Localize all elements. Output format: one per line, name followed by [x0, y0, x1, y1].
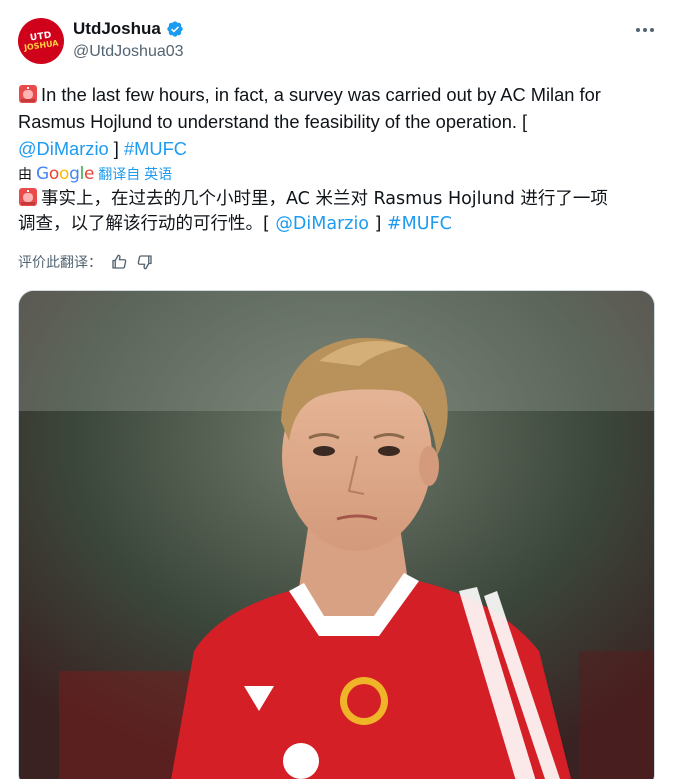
translation-line-2: 调查，以了解该行动的可行性。[ @DiMarzio ] #MUFC [18, 212, 658, 237]
tweet-text: In the last few hours, in fact, a survey… [18, 81, 658, 162]
siren-emoji-icon [19, 188, 37, 206]
tweet-line-3: @DiMarzio ] #MUFC [18, 135, 658, 162]
thumbs-down-icon[interactable] [136, 253, 154, 271]
thumbs-up-icon[interactable] [110, 253, 128, 271]
translation-attribution: 由 Google 翻译自 英语 [18, 164, 172, 184]
translation-bracket-close: ] [374, 214, 382, 234]
player-photo-illustration [19, 291, 654, 779]
tweet-line-2: Rasmus Hojlund to understand the feasibi… [18, 111, 528, 132]
avatar-text-bottom: JOSHUA [23, 38, 59, 52]
translation-hashtag-link[interactable]: #MUFC [387, 214, 452, 234]
siren-emoji-icon [19, 85, 37, 103]
translated-text: 事实上，在过去的几个小时里，AC 米兰对 Rasmus Hojlund 进行了一… [18, 187, 658, 237]
google-logo: Google [36, 164, 95, 184]
more-options-icon[interactable] [633, 20, 657, 40]
translated-from-link[interactable]: 翻译自 英语 [98, 164, 172, 184]
tweet-line-1: In the last few hours, in fact, a survey… [18, 81, 658, 108]
translation-mention-link[interactable]: @DiMarzio [275, 214, 369, 234]
translation-line-1: 事实上，在过去的几个小时里，AC 米兰对 Rasmus Hojlund 进行了一… [18, 187, 658, 212]
rate-translation-label: 评价此翻译： [18, 254, 102, 270]
rate-translation-row: 评价此翻译： [18, 252, 154, 272]
bracket-close: ] [113, 138, 119, 159]
hashtag-link[interactable]: #MUFC [124, 138, 187, 159]
tweet-photo[interactable] [18, 290, 655, 779]
mention-link[interactable]: @DiMarzio [18, 138, 109, 159]
translated-by-label: 由 [18, 166, 32, 182]
verified-badge-icon [167, 21, 183, 37]
author-name-row[interactable]: UtdJoshua [73, 19, 184, 39]
author-handle[interactable]: @UtdJoshua03 [73, 43, 184, 61]
translation-text-line1: 事实上，在过去的几个小时里，AC 米兰对 Rasmus Hojlund 进行了一… [41, 189, 608, 209]
avatar[interactable]: UTD JOSHUA [18, 18, 64, 64]
tweet-text-line1: In the last few hours, in fact, a survey… [41, 84, 601, 105]
display-name[interactable]: UtdJoshua [73, 19, 161, 39]
translation-text-line2: 调查，以了解该行动的可行性。[ [18, 214, 270, 234]
